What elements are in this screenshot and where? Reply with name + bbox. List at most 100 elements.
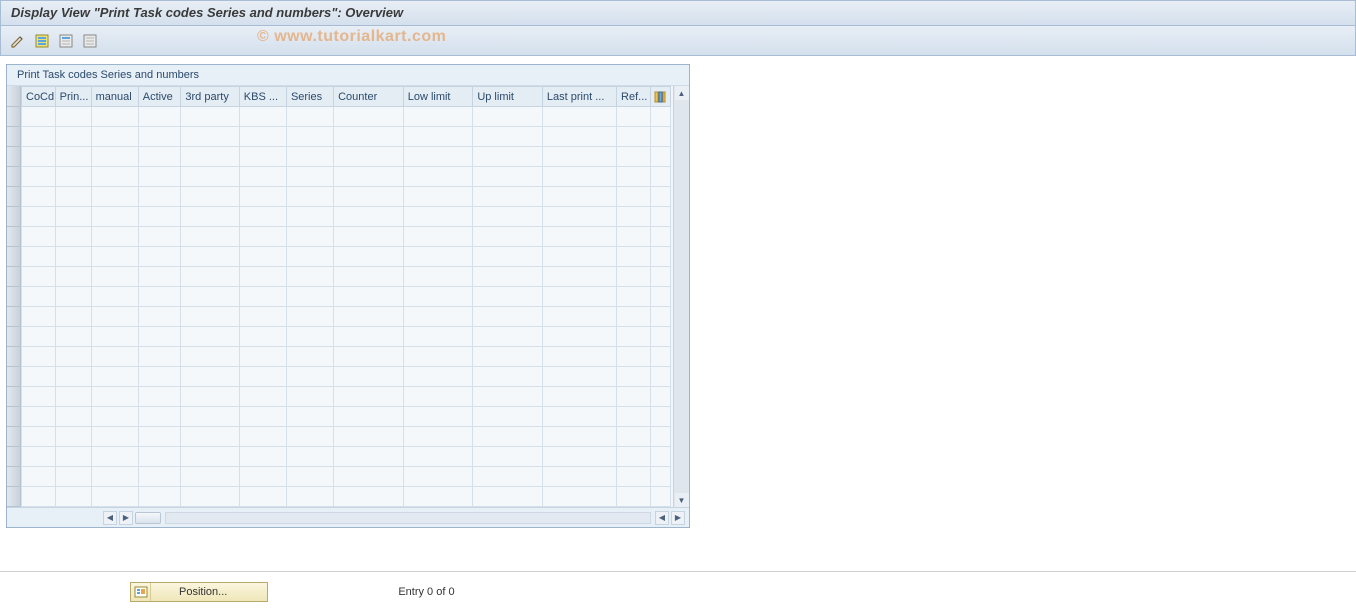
row-selector[interactable] (7, 367, 21, 387)
table-cell[interactable] (650, 387, 670, 407)
table-cell[interactable] (286, 347, 333, 367)
table-cell[interactable] (334, 327, 404, 347)
table-row[interactable] (22, 247, 671, 267)
table-cell[interactable] (22, 347, 56, 367)
table-cell[interactable] (239, 187, 286, 207)
table-cell[interactable] (181, 467, 239, 487)
table-row[interactable] (22, 447, 671, 467)
table-cell[interactable] (55, 147, 91, 167)
table-cell[interactable] (239, 307, 286, 327)
position-button[interactable]: Position... (130, 582, 268, 602)
table-cell[interactable] (473, 327, 543, 347)
table-cell[interactable] (239, 467, 286, 487)
table-cell[interactable] (473, 307, 543, 327)
table-cell[interactable] (650, 307, 670, 327)
table-row[interactable] (22, 207, 671, 227)
table-cell[interactable] (91, 127, 138, 147)
table-cell[interactable] (239, 247, 286, 267)
table-cell[interactable] (55, 227, 91, 247)
table-cell[interactable] (181, 127, 239, 147)
table-cell[interactable] (181, 367, 239, 387)
table-row[interactable] (22, 267, 671, 287)
row-selector[interactable] (7, 207, 21, 227)
table-cell[interactable] (650, 107, 670, 127)
table-cell[interactable] (403, 127, 473, 147)
table-cell[interactable] (239, 167, 286, 187)
table-cell[interactable] (542, 427, 616, 447)
table-cell[interactable] (181, 307, 239, 327)
column-header[interactable]: manual (91, 87, 138, 107)
row-selector[interactable] (7, 387, 21, 407)
table-cell[interactable] (138, 467, 181, 487)
table-cell[interactable] (617, 107, 651, 127)
table-cell[interactable] (55, 287, 91, 307)
select-all-icon[interactable] (33, 32, 51, 50)
table-cell[interactable] (181, 327, 239, 347)
table-cell[interactable] (138, 247, 181, 267)
row-selector[interactable] (7, 307, 21, 327)
table-cell[interactable] (22, 327, 56, 347)
table-cell[interactable] (617, 167, 651, 187)
table-cell[interactable] (473, 487, 543, 507)
table-cell[interactable] (403, 347, 473, 367)
table-cell[interactable] (239, 407, 286, 427)
table-cell[interactable] (542, 447, 616, 467)
table-cell[interactable] (403, 387, 473, 407)
table-cell[interactable] (403, 427, 473, 447)
table-cell[interactable] (286, 387, 333, 407)
table-cell[interactable] (22, 107, 56, 127)
table-cell[interactable] (181, 267, 239, 287)
table-cell[interactable] (650, 327, 670, 347)
table-cell[interactable] (650, 147, 670, 167)
table-cell[interactable] (334, 167, 404, 187)
row-selector[interactable] (7, 107, 21, 127)
table-cell[interactable] (22, 447, 56, 467)
table-cell[interactable] (617, 127, 651, 147)
table-cell[interactable] (542, 467, 616, 487)
table-cell[interactable] (286, 447, 333, 467)
table-cell[interactable] (286, 227, 333, 247)
table-row[interactable] (22, 407, 671, 427)
row-selector[interactable] (7, 287, 21, 307)
table-cell[interactable] (403, 447, 473, 467)
table-cell[interactable] (650, 347, 670, 367)
table-cell[interactable] (617, 347, 651, 367)
table-cell[interactable] (181, 247, 239, 267)
table-cell[interactable] (473, 167, 543, 187)
table-cell[interactable] (239, 227, 286, 247)
table-cell[interactable] (91, 107, 138, 127)
table-cell[interactable] (617, 447, 651, 467)
table-cell[interactable] (473, 407, 543, 427)
table-cell[interactable] (334, 467, 404, 487)
table-cell[interactable] (542, 307, 616, 327)
table-cell[interactable] (334, 487, 404, 507)
column-header[interactable]: Up limit (473, 87, 543, 107)
table-cell[interactable] (239, 347, 286, 367)
table-cell[interactable] (138, 487, 181, 507)
table-cell[interactable] (22, 467, 56, 487)
table-cell[interactable] (473, 187, 543, 207)
table-cell[interactable] (138, 327, 181, 347)
table-cell[interactable] (542, 207, 616, 227)
table-cell[interactable] (181, 387, 239, 407)
table-cell[interactable] (650, 207, 670, 227)
table-cell[interactable] (403, 487, 473, 507)
table-cell[interactable] (181, 347, 239, 367)
table-cell[interactable] (650, 127, 670, 147)
table-cell[interactable] (403, 327, 473, 347)
table-cell[interactable] (403, 207, 473, 227)
table-cell[interactable] (181, 287, 239, 307)
table-cell[interactable] (239, 427, 286, 447)
table-row[interactable] (22, 347, 671, 367)
table-row[interactable] (22, 307, 671, 327)
table-cell[interactable] (181, 147, 239, 167)
table-cell[interactable] (650, 167, 670, 187)
table-cell[interactable] (55, 447, 91, 467)
table-cell[interactable] (22, 167, 56, 187)
table-cell[interactable] (617, 187, 651, 207)
table-cell[interactable] (181, 487, 239, 507)
table-cell[interactable] (650, 187, 670, 207)
table-cell[interactable] (473, 347, 543, 367)
table-cell[interactable] (542, 487, 616, 507)
table-cell[interactable] (286, 307, 333, 327)
